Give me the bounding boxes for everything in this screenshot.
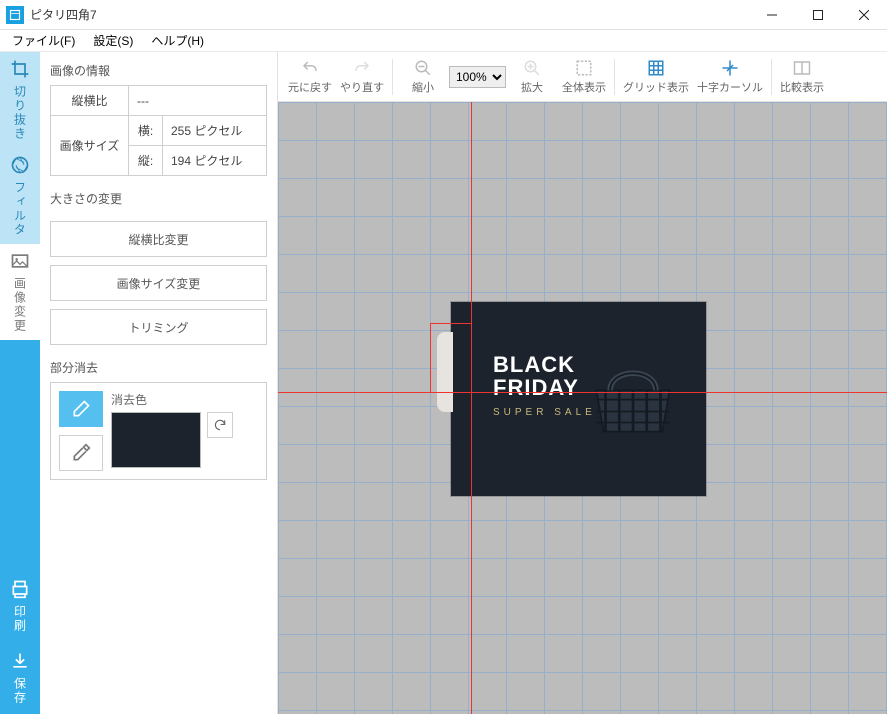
crosshair-horizontal [278, 392, 887, 393]
rail-crop[interactable]: 切り抜き [0, 52, 40, 148]
selection-rectangle[interactable] [430, 323, 472, 393]
compare-icon [791, 59, 813, 77]
height-value: 194 ピクセル [163, 146, 267, 176]
change-size-button[interactable]: 画像サイズ変更 [50, 265, 267, 301]
width-value: 255 ピクセル [163, 116, 267, 146]
menu-help[interactable]: ヘルプ(H) [143, 30, 212, 51]
crosshair-vertical [471, 102, 472, 714]
change-aspect-button[interactable]: 縦横比変更 [50, 221, 267, 257]
zoom-in-button[interactable]: 拡大 [506, 53, 558, 101]
width-label: 横: [129, 116, 163, 146]
menu-bar: ファイル(F) 設定(S) ヘルプ(H) [0, 30, 887, 52]
aperture-icon [10, 155, 30, 175]
printer-icon [10, 579, 30, 599]
zoom-out-icon [413, 59, 433, 77]
eraser-icon [71, 399, 91, 419]
crosshair-toggle-button[interactable]: 十字カーソル [693, 53, 767, 101]
erase-title: 部分消去 [50, 359, 267, 376]
rail-print[interactable]: 印刷 [0, 570, 40, 642]
window-title: ピタリ四角7 [30, 6, 97, 23]
side-panel: 画像の情報 縦横比 --- 画像サイズ 横: 255 ピクセル 縦: 194 ピ… [40, 52, 278, 714]
image-info-title: 画像の情報 [50, 62, 267, 79]
crop-icon [10, 59, 30, 79]
eyedropper-icon [71, 443, 91, 463]
canvas-viewport[interactable]: BLACK FRIDAY SUPER SALE [278, 102, 887, 714]
minimize-button[interactable] [749, 0, 795, 30]
rail-save[interactable]: 保存 [0, 642, 40, 714]
menu-settings[interactable]: 設定(S) [85, 30, 141, 51]
fit-icon [574, 59, 594, 77]
erase-color-swatch[interactable] [111, 412, 201, 468]
canvas-toolbar: 元に戻す やり直す 縮小 100% 拡大 全体表示 [278, 52, 887, 102]
partial-erase-box: 消去色 [50, 382, 267, 480]
redo-icon [351, 59, 373, 77]
erase-color-label: 消去色 [111, 391, 258, 408]
zoom-out-button[interactable]: 縮小 [397, 53, 449, 101]
undo-icon [299, 59, 321, 77]
rail-filter[interactable]: フィルタ [0, 148, 40, 244]
fit-view-button[interactable]: 全体表示 [558, 53, 610, 101]
eyedropper-tool-button[interactable] [59, 435, 103, 471]
trimming-button[interactable]: トリミング [50, 309, 267, 345]
title-bar: ピタリ四角7 [0, 0, 887, 30]
resize-title: 大きさの変更 [50, 190, 267, 207]
aspect-ratio-value: --- [129, 86, 267, 116]
close-button[interactable] [841, 0, 887, 30]
app-icon [6, 6, 24, 24]
grid-icon [646, 59, 666, 77]
eraser-tool-button[interactable] [59, 391, 103, 427]
grid-toggle-button[interactable]: グリッド表示 [619, 53, 693, 101]
height-label: 縦: [129, 146, 163, 176]
image-info-table: 縦横比 --- 画像サイズ 横: 255 ピクセル 縦: 194 ピクセル [50, 85, 267, 176]
zoom-in-icon [522, 59, 542, 77]
left-rail: 切り抜き フィルタ 画像変更 印刷 保存 [0, 52, 40, 714]
crosshair-icon [720, 59, 740, 77]
basket-icon [578, 340, 688, 450]
zoom-select[interactable]: 100% [449, 66, 506, 88]
image-size-label: 画像サイズ [51, 116, 129, 176]
work-area: 元に戻す やり直す 縮小 100% 拡大 全体表示 [278, 52, 887, 714]
image-icon [10, 251, 30, 271]
undo-button[interactable]: 元に戻す [284, 53, 336, 101]
refresh-icon [213, 418, 227, 432]
rail-image-change[interactable]: 画像変更 [0, 244, 40, 340]
download-icon [10, 651, 30, 671]
aspect-ratio-label: 縦横比 [51, 86, 129, 116]
reset-color-button[interactable] [207, 412, 233, 438]
menu-file[interactable]: ファイル(F) [4, 30, 83, 51]
maximize-button[interactable] [795, 0, 841, 30]
loaded-image[interactable]: BLACK FRIDAY SUPER SALE [451, 302, 706, 496]
redo-button[interactable]: やり直す [336, 53, 388, 101]
compare-button[interactable]: 比較表示 [776, 53, 828, 101]
